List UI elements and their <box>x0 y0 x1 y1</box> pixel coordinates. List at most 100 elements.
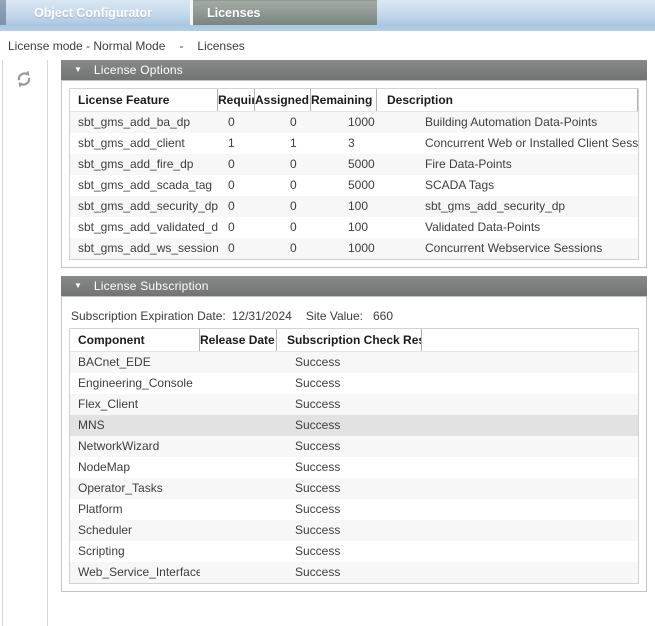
tab-bar: Object Configurator Licenses <box>0 0 655 31</box>
table-row[interactable]: BACnet_EDE Success <box>70 352 638 373</box>
column-header[interactable]: Description <box>377 89 638 111</box>
table-cell <box>200 562 277 583</box>
column-header[interactable]: Component <box>70 329 200 351</box>
table-cell: BACnet_EDE <box>70 352 200 373</box>
expiration-value: 12/31/2024 <box>232 309 292 323</box>
license-options-section-header[interactable]: ▼ License Options <box>61 60 647 80</box>
table-cell <box>200 373 277 394</box>
table-cell: 0 <box>255 175 311 196</box>
table-row[interactable]: sbt_gms_add_scada_tag005000SCADA Tags <box>70 175 638 196</box>
table-cell: Web_Service_Interface <box>70 562 200 583</box>
table-row[interactable]: Scripting Success <box>70 541 638 562</box>
tab-licenses[interactable]: Licenses <box>193 0 377 25</box>
table-cell <box>200 394 277 415</box>
table-cell <box>200 499 277 520</box>
column-header[interactable] <box>422 329 638 351</box>
license-options-table: License FeatureRequiredAssignedRemaining… <box>69 88 639 260</box>
table-row[interactable]: Scheduler Success <box>70 520 638 541</box>
table-cell: Concurrent Web or Installed Client Sessi… <box>377 133 638 154</box>
table-cell <box>200 352 277 373</box>
column-header[interactable]: License Feature <box>70 89 218 111</box>
table-cell: 0 <box>218 238 255 259</box>
table-cell: Scheduler <box>70 520 200 541</box>
table-row[interactable]: sbt_gms_add_security_dp00100sbt_gms_add_… <box>70 196 638 217</box>
table-cell: Success <box>277 562 422 583</box>
section-title: License Subscription <box>94 279 209 293</box>
column-header[interactable]: Subscription Check Result <box>277 329 422 351</box>
tab-label: Licenses <box>207 6 261 20</box>
table-cell: 0 <box>255 112 311 133</box>
table-row[interactable]: sbt_gms_add_validated_dp00100Validated D… <box>70 217 638 238</box>
table-row[interactable]: sbt_gms_add_ba_dp001000Building Automati… <box>70 112 638 133</box>
license-subscription-section-header[interactable]: ▼ License Subscription <box>61 276 647 296</box>
license-options-body: sbt_gms_add_ba_dp001000Building Automati… <box>70 112 638 259</box>
table-cell <box>422 352 638 373</box>
table-cell: SCADA Tags <box>377 175 638 196</box>
license-subscription-table: ComponentRelease DateSubscription Check … <box>69 328 639 584</box>
table-cell: 5000 <box>311 154 377 175</box>
table-cell: 0 <box>255 217 311 238</box>
table-cell: 1 <box>218 133 255 154</box>
column-header[interactable]: Assigned <box>255 89 311 111</box>
breadcrumb-separator: - <box>179 39 183 53</box>
table-cell <box>422 520 638 541</box>
table-cell <box>422 415 638 436</box>
table-cell: Success <box>277 352 422 373</box>
license-subscription-box: Subscription Expiration Date: 12/31/2024… <box>61 296 647 592</box>
tab-object-configurator[interactable]: Object Configurator <box>6 0 190 25</box>
table-row[interactable]: sbt_gms_add_fire_dp005000Fire Data-Point… <box>70 154 638 175</box>
column-header[interactable]: Remaining <box>311 89 377 111</box>
column-header[interactable]: Release Date <box>200 329 277 351</box>
table-cell <box>200 520 277 541</box>
refresh-button[interactable] <box>11 66 37 92</box>
table-cell: sbt_gms_add_validated_dp <box>70 217 218 238</box>
table-cell <box>422 478 638 499</box>
table-cell: 0 <box>218 196 255 217</box>
table-cell: Scripting <box>70 541 200 562</box>
table-cell: MNS <box>70 415 200 436</box>
column-header[interactable]: Required <box>218 89 255 111</box>
table-row[interactable]: sbt_gms_add_ws_session001000Concurrent W… <box>70 238 638 259</box>
table-cell: sbt_gms_add_scada_tag <box>70 175 218 196</box>
table-cell: Operator_Tasks <box>70 478 200 499</box>
table-cell: 1000 <box>311 112 377 133</box>
table-cell: 0 <box>255 238 311 259</box>
table-cell: Platform <box>70 499 200 520</box>
table-cell: 0 <box>218 154 255 175</box>
table-row[interactable]: MNSSuccess <box>70 415 638 436</box>
table-cell: 100 <box>311 196 377 217</box>
breadcrumb-mode: License mode - Normal Mode <box>8 39 165 53</box>
table-cell: Building Automation Data-Points <box>377 112 638 133</box>
table-cell: sbt_gms_add_security_dp <box>377 196 638 217</box>
table-row[interactable]: Flex_ClientSuccess <box>70 394 638 415</box>
table-cell: sbt_gms_add_ba_dp <box>70 112 218 133</box>
license-subscription-body: BACnet_EDESuccessEngineering_ConsoleSucc… <box>70 352 638 583</box>
table-cell <box>200 478 277 499</box>
table-row[interactable]: NodeMapSuccess <box>70 457 638 478</box>
table-row[interactable]: NetworkWizardSuccess <box>70 436 638 457</box>
table-cell: Engineering_Console <box>70 373 200 394</box>
collapse-triangle-icon[interactable]: ▼ <box>74 60 82 80</box>
tab-label: Object Configurator <box>34 6 152 20</box>
table-cell: Success <box>277 541 422 562</box>
collapse-triangle-icon[interactable]: ▼ <box>74 276 82 296</box>
expiration-label: Subscription Expiration Date: <box>71 309 226 323</box>
table-cell: 3 <box>311 133 377 154</box>
table-row[interactable]: Engineering_ConsoleSuccess <box>70 373 638 394</box>
table-cell <box>422 436 638 457</box>
table-cell: sbt_gms_add_security_dp <box>70 196 218 217</box>
site-value-label: Site Value: <box>306 309 363 323</box>
refresh-icon <box>14 69 34 89</box>
table-cell: 1000 <box>311 238 377 259</box>
table-row[interactable]: Web_Service_Interface Success <box>70 562 638 583</box>
table-cell: Success <box>277 394 422 415</box>
left-edge-line <box>2 60 3 626</box>
breadcrumb-page: Licenses <box>197 39 244 53</box>
table-cell: sbt_gms_add_client <box>70 133 218 154</box>
table-cell: 1 <box>255 133 311 154</box>
table-row[interactable]: Operator_TasksSuccess <box>70 478 638 499</box>
table-row[interactable]: PlatformSuccess <box>70 499 638 520</box>
table-cell: Success <box>277 520 422 541</box>
table-row[interactable]: sbt_gms_add_client113Concurrent Web or I… <box>70 133 638 154</box>
table-cell: sbt_gms_add_ws_session <box>70 238 218 259</box>
